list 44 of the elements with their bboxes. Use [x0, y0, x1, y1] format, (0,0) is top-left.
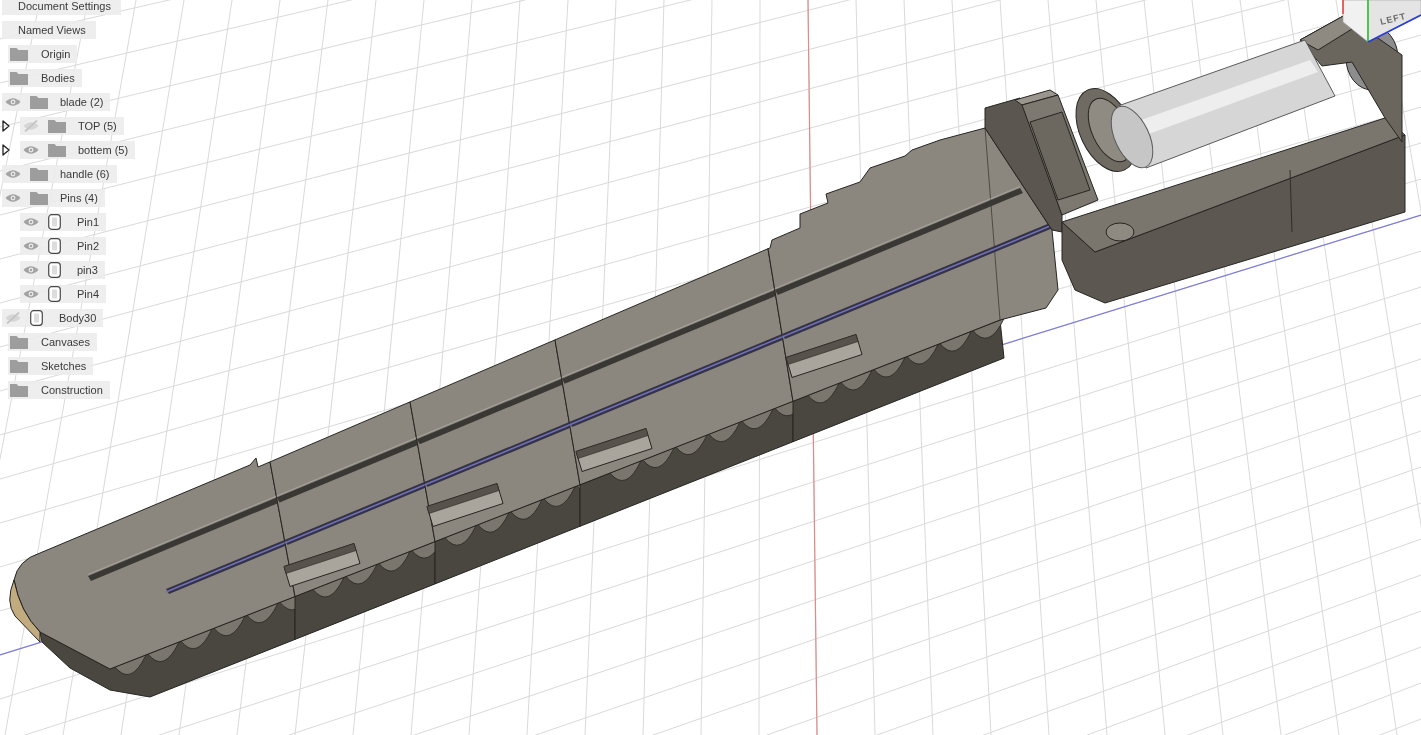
browser-tree-item[interactable]: TOP (5) [20, 117, 124, 135]
eye-icon[interactable] [23, 145, 39, 155]
browser-tree-item[interactable]: Body30 [2, 309, 104, 327]
folder-icon [10, 383, 28, 397]
browser-tree-item[interactable]: Canvases [8, 333, 97, 351]
cylinder-icon [48, 238, 61, 254]
cylinder-icon [48, 262, 61, 278]
browser-tree-item[interactable]: bottem (5) [20, 141, 136, 159]
browser-tree-item[interactable]: handle (6) [2, 165, 117, 183]
eye-icon[interactable] [5, 169, 21, 179]
cylinder-icon [48, 286, 61, 302]
browser-tree-item[interactable]: Construction [8, 381, 110, 399]
folder-icon [10, 335, 28, 349]
folder-icon [30, 167, 48, 181]
browser-tree-item[interactable]: blade (2) [2, 93, 111, 111]
cylinder-icon [30, 310, 43, 326]
browser-tree-item[interactable]: pin3 [20, 261, 105, 279]
browser-tree-item[interactable]: Sketches [8, 357, 94, 375]
browser-tree-item[interactable]: Named Views [2, 21, 96, 39]
folder-icon [10, 47, 28, 61]
eye-icon[interactable] [23, 217, 39, 227]
browser-tree-item[interactable]: Pin1 [20, 213, 107, 231]
eye-icon[interactable] [23, 289, 39, 299]
browser-tree-item[interactable]: Pin2 [20, 237, 107, 255]
eye-icon[interactable] [5, 193, 21, 203]
browser-tree-item[interactable]: Bodies [8, 69, 82, 87]
eye-slash-icon[interactable] [5, 312, 21, 324]
browser-tree-item[interactable]: Document Settings [2, 0, 121, 15]
folder-icon [48, 143, 66, 157]
folder-icon [10, 359, 28, 373]
folder-icon [30, 191, 48, 205]
eye-icon[interactable] [5, 97, 21, 107]
folder-icon [10, 71, 28, 85]
cylinder-icon [48, 214, 61, 230]
eye-slash-icon[interactable] [23, 120, 39, 132]
browser-tree-item[interactable]: Pins (4) [2, 189, 105, 207]
eye-icon[interactable] [23, 265, 39, 275]
eye-icon[interactable] [23, 241, 39, 251]
browser-tree-item[interactable]: Origin [8, 45, 78, 63]
browser-tree-item[interactable]: Pin4 [20, 285, 107, 303]
expand-triangle-icon[interactable] [2, 120, 10, 132]
folder-icon [48, 119, 66, 133]
expand-triangle-icon[interactable] [2, 144, 10, 156]
folder-icon [30, 95, 48, 109]
